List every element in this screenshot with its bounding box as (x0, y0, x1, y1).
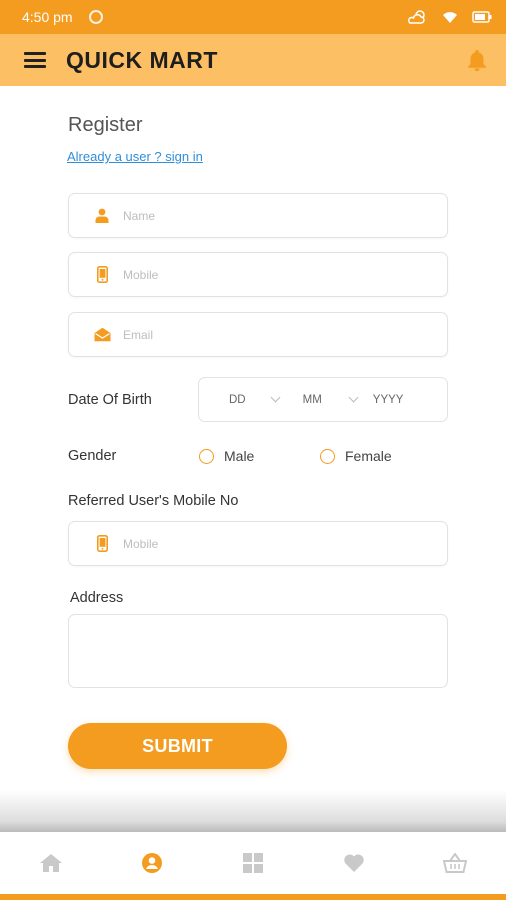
app-bar: QUICK MART (0, 34, 506, 86)
referred-mobile-field[interactable] (68, 521, 448, 566)
nav-account[interactable] (122, 843, 182, 883)
status-time: 4:50 pm (22, 9, 73, 25)
address-label: Address (70, 590, 124, 606)
nav-categories[interactable] (223, 843, 283, 883)
chevron-down-icon (348, 392, 359, 403)
phone-icon (93, 266, 111, 283)
radio-circle-icon (320, 448, 335, 464)
phone-icon (93, 535, 111, 552)
nav-basket[interactable] (425, 843, 485, 883)
gender-female-label: Female (345, 448, 392, 464)
gender-female-radio[interactable]: Female (320, 448, 392, 464)
bottom-shadow (0, 790, 506, 834)
dob-day-select[interactable]: DD (229, 392, 281, 406)
dob-month-value: MM (302, 393, 322, 406)
user-icon (93, 208, 111, 223)
name-field[interactable] (68, 193, 448, 238)
account-icon (141, 853, 162, 873)
envelope-open-icon (93, 327, 111, 342)
dob-year-value: YYYY (372, 393, 404, 406)
email-input[interactable] (123, 327, 423, 342)
battery-icon (472, 11, 492, 23)
address-field[interactable] (68, 614, 448, 688)
referred-mobile-input[interactable] (123, 536, 423, 551)
dob-year-select[interactable]: YYYY (373, 394, 404, 406)
gender-label: Gender (68, 448, 117, 464)
chat-bubble-icon (88, 10, 103, 24)
page-title: Register (68, 114, 143, 136)
status-bar: 4:50 pm (0, 0, 506, 34)
mobile-field[interactable] (68, 252, 448, 297)
bottom-accent-bar (0, 894, 506, 900)
gender-male-radio[interactable]: Male (199, 448, 254, 464)
mobile-input[interactable] (123, 267, 423, 282)
dob-label: Date Of Birth (68, 392, 152, 408)
email-field[interactable] (68, 312, 448, 357)
chevron-down-icon (270, 392, 281, 403)
cloud-sun-icon (407, 10, 425, 24)
signin-link[interactable]: Already a user ? sign in (67, 149, 203, 164)
bell-icon[interactable] (466, 48, 488, 72)
gender-male-label: Male (224, 448, 255, 464)
wifi-icon (443, 12, 457, 23)
basket-icon (443, 853, 468, 873)
hamburger-menu-icon[interactable] (24, 52, 46, 68)
name-input[interactable] (123, 208, 423, 223)
app-title: QUICK MART (66, 46, 218, 73)
status-icons (406, 9, 492, 25)
address-input[interactable] (69, 615, 447, 687)
grid-icon (242, 853, 263, 873)
referred-mobile-label: Referred User's Mobile No (68, 493, 239, 509)
nav-home[interactable] (21, 843, 81, 883)
dob-selector: DD MM YYYY (198, 377, 448, 422)
nav-wishlist[interactable] (324, 843, 384, 883)
home-icon (39, 854, 62, 872)
radio-circle-icon (199, 448, 214, 464)
bottom-navigation (0, 832, 506, 894)
dob-day-value: DD (229, 393, 246, 406)
heart-icon (344, 854, 364, 872)
submit-button[interactable]: SUBMIT (68, 723, 287, 769)
dob-month-select[interactable]: MM (302, 392, 359, 406)
